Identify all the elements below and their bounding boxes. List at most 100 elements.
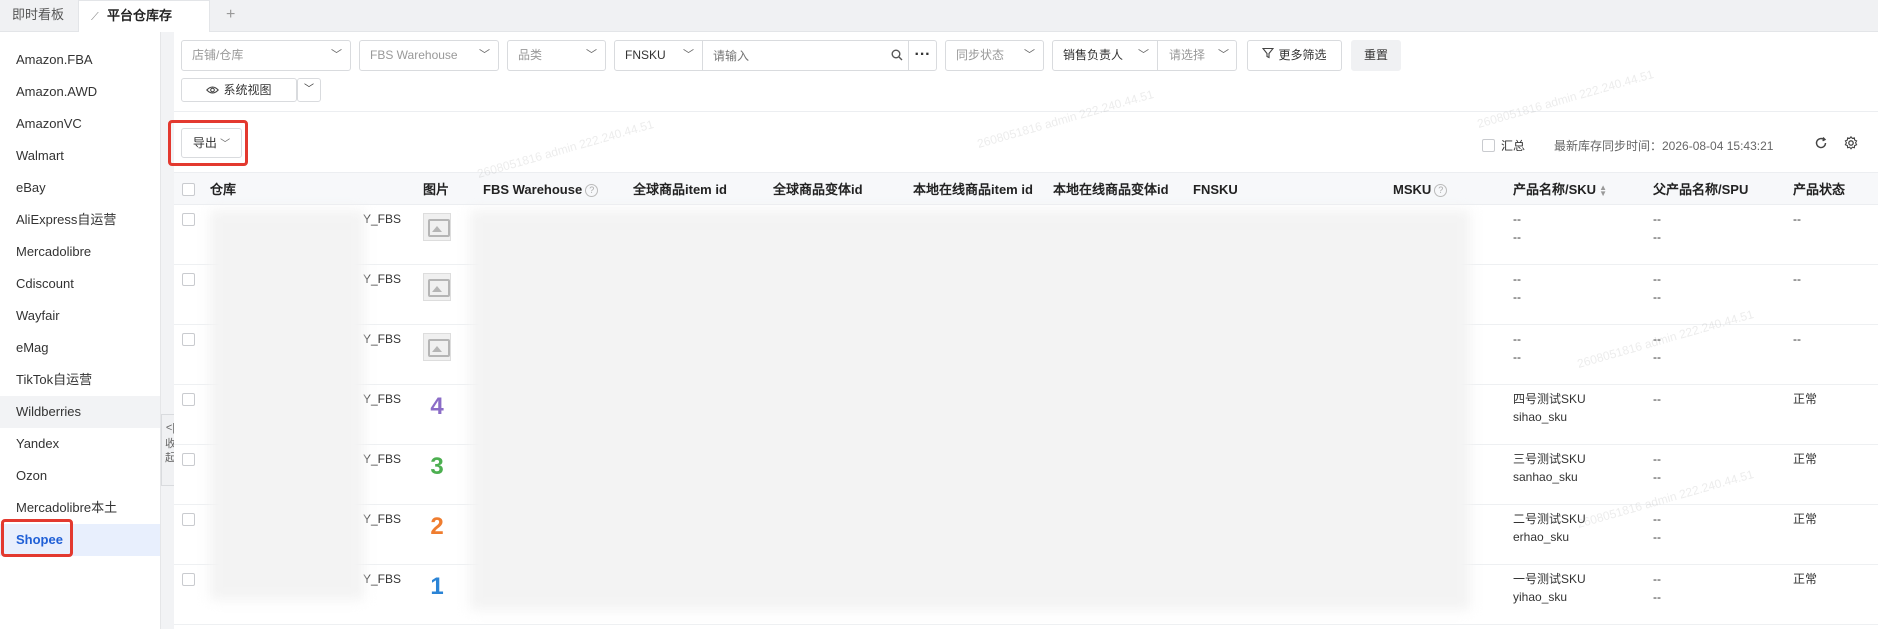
sales-owner-select[interactable]: 请选择 ﹀ xyxy=(1159,41,1237,70)
header-warehouse[interactable]: 仓库 xyxy=(210,173,236,206)
header-product-name-sku-label: 产品名称/SKU xyxy=(1513,182,1597,197)
row-checkbox[interactable] xyxy=(182,393,195,406)
status-cell: 正常 xyxy=(1793,452,1818,466)
fnsku-search-group: FNSKU ﹀ ··· xyxy=(614,40,937,71)
header-product-status[interactable]: 产品状态 xyxy=(1793,173,1845,206)
header-local-variant-id-label: 本地在线商品变体id xyxy=(1053,182,1169,197)
header-local-variant-id[interactable]: 本地在线商品变体id xyxy=(1053,173,1169,206)
sort-icon[interactable]: ▲ ▼ xyxy=(1599,183,1607,197)
sidebar-item-amazon-fba[interactable]: Amazon.FBA xyxy=(0,44,160,76)
help-icon[interactable]: ? xyxy=(585,184,599,198)
sales-owner-group: 销售负责人 ﹀ 请选择 ﹀ xyxy=(1052,40,1237,71)
sidebar-item-yandex[interactable]: Yandex xyxy=(0,428,160,460)
status-cell: 正常 xyxy=(1793,392,1818,406)
more-options-icon[interactable]: ··· xyxy=(908,41,936,70)
chevron-down-icon: ﹀ xyxy=(1218,49,1229,61)
sidebar-item-amazonvc[interactable]: AmazonVC xyxy=(0,108,160,140)
more-filters-button[interactable]: 更多筛选 xyxy=(1247,40,1342,71)
product-sku-cell: -- xyxy=(1513,350,1521,364)
sidebar-item-label: Cdiscount xyxy=(16,276,74,291)
product-image[interactable]: 2 xyxy=(423,513,451,541)
reset-button[interactable]: 重置 xyxy=(1351,40,1401,71)
image-placeholder-icon xyxy=(423,213,451,241)
sidebar-item-label: Amazon.FBA xyxy=(16,52,93,67)
eye-icon xyxy=(206,80,220,102)
product-image[interactable] xyxy=(423,333,451,361)
tab-platform-inventory[interactable]: ⟋ 平台仓库存 xyxy=(78,0,210,32)
product-image[interactable] xyxy=(423,213,451,241)
header-global-item-id[interactable]: 全球商品item id xyxy=(633,173,727,206)
header-image: 图片 xyxy=(423,173,449,206)
sidebar-item-label: Amazon.AWD xyxy=(16,84,98,99)
fbs-warehouse-select[interactable]: FBS Warehouse ﹀ xyxy=(359,40,499,71)
sidebar-item-label: Ozon xyxy=(16,468,48,483)
header-global-variant-id-label: 全球商品变体id xyxy=(773,182,863,197)
image-placeholder-icon xyxy=(423,273,451,301)
product-image[interactable] xyxy=(423,273,451,301)
summary-checkbox[interactable] xyxy=(1482,139,1495,152)
sidebar-item-mercadolibre-local[interactable]: Mercadolibre本土 xyxy=(0,492,160,524)
warehouse-cell: Y_FBS xyxy=(363,272,402,286)
category-select[interactable]: 品类 ﹀ xyxy=(507,40,606,71)
parent-name-cell: -- xyxy=(1653,332,1661,346)
header-msku-label: MSKU xyxy=(1393,182,1432,197)
settings-icon[interactable] xyxy=(1844,135,1858,150)
sidebar-item-emag[interactable]: eMag xyxy=(0,332,160,364)
search-icon[interactable] xyxy=(891,49,903,61)
header-fbs-warehouse[interactable]: FBS Warehouse? xyxy=(483,173,599,206)
row-checkbox[interactable] xyxy=(182,273,195,286)
system-view-button[interactable]: 系统视图 xyxy=(181,78,297,102)
sidebar-item-mercadolibre[interactable]: Mercadolibre xyxy=(0,236,160,268)
header-msku[interactable]: MSKU? xyxy=(1393,173,1448,206)
parent-name-cell: -- xyxy=(1653,512,1661,526)
sidebar-item-walmart[interactable]: Walmart xyxy=(0,140,160,172)
product-sku-cell: erhao_sku xyxy=(1513,530,1570,544)
product-thumbnail-3: 3 xyxy=(430,453,444,480)
main-content: 店铺/仓库 ﹀ FBS Warehouse ﹀ 品类 ﹀ FNSKU ﹀ ··· 同步… xyxy=(168,32,1878,629)
parent-name-cell: -- xyxy=(1653,272,1661,286)
sidebar-item-ebay[interactable]: eBay xyxy=(0,172,160,204)
store-warehouse-select[interactable]: 店铺/仓库 ﹀ xyxy=(181,40,351,71)
product-image[interactable]: 1 xyxy=(423,573,451,601)
parent-name-cell: -- xyxy=(1653,572,1661,586)
sidebar-item-wayfair[interactable]: Wayfair xyxy=(0,300,160,332)
system-view-dropdown[interactable]: ﹀ xyxy=(297,78,321,102)
header-local-item-id[interactable]: 本地在线商品item id xyxy=(913,173,1033,206)
header-parent-name-spu[interactable]: 父产品名称/SPU xyxy=(1653,173,1748,206)
product-name-cell: -- xyxy=(1513,332,1521,346)
add-tab-button[interactable]: + xyxy=(226,0,235,32)
filter-bar: 店铺/仓库 ﹀ FBS Warehouse ﹀ 品类 ﹀ FNSKU ﹀ ··· 同步… xyxy=(174,32,1878,112)
row-checkbox[interactable] xyxy=(182,333,195,346)
header-product-name-sku[interactable]: 产品名称/SKU ▲ ▼ xyxy=(1513,173,1607,206)
product-sku-cell: sihao_sku xyxy=(1513,410,1568,424)
sidebar-item-shopee[interactable]: Shopee xyxy=(0,524,160,556)
header-global-variant-id[interactable]: 全球商品变体id xyxy=(773,173,863,206)
select-all-checkbox[interactable] xyxy=(182,183,195,196)
help-icon[interactable]: ? xyxy=(1434,184,1448,198)
chevron-down-icon: ﹀ xyxy=(586,49,597,61)
export-button[interactable]: 导出 ﹀ xyxy=(181,128,242,158)
sidebar-item-label: TikTok自运营 xyxy=(16,372,93,387)
sidebar-item-wildberries[interactable]: Wildberries xyxy=(0,396,160,428)
product-sku-cell: yihao_sku xyxy=(1513,590,1568,604)
sidebar-item-ozon[interactable]: Ozon xyxy=(0,460,160,492)
row-checkbox[interactable] xyxy=(182,573,195,586)
product-image[interactable]: 3 xyxy=(423,453,451,481)
sidebar-item-cdiscount[interactable]: Cdiscount xyxy=(0,268,160,300)
row-checkbox[interactable] xyxy=(182,513,195,526)
row-checkbox[interactable] xyxy=(182,453,195,466)
sidebar-item-amazon-awd[interactable]: Amazon.AWD xyxy=(0,76,160,108)
fnsku-type-select[interactable]: FNSKU ﹀ xyxy=(615,41,703,70)
refresh-icon[interactable] xyxy=(1814,136,1828,150)
header-fnsku[interactable]: FNSKU xyxy=(1193,173,1238,206)
sync-status-select[interactable]: 同步状态 ﹀ xyxy=(945,40,1044,71)
product-name-cell: -- xyxy=(1513,212,1521,226)
header-global-item-id-label: 全球商品item id xyxy=(633,182,727,197)
tab-dashboard[interactable]: 即时看板 xyxy=(12,0,64,32)
sidebar-item-tiktok[interactable]: TikTok自运营 xyxy=(0,364,160,396)
row-checkbox[interactable] xyxy=(182,213,195,226)
sidebar-item-aliexpress[interactable]: AliExpress自运营 xyxy=(0,204,160,236)
product-image[interactable]: 4 xyxy=(423,393,451,421)
fnsku-search-input[interactable] xyxy=(705,42,901,69)
sales-owner-type-select[interactable]: 销售负责人 ﹀ xyxy=(1053,41,1158,70)
